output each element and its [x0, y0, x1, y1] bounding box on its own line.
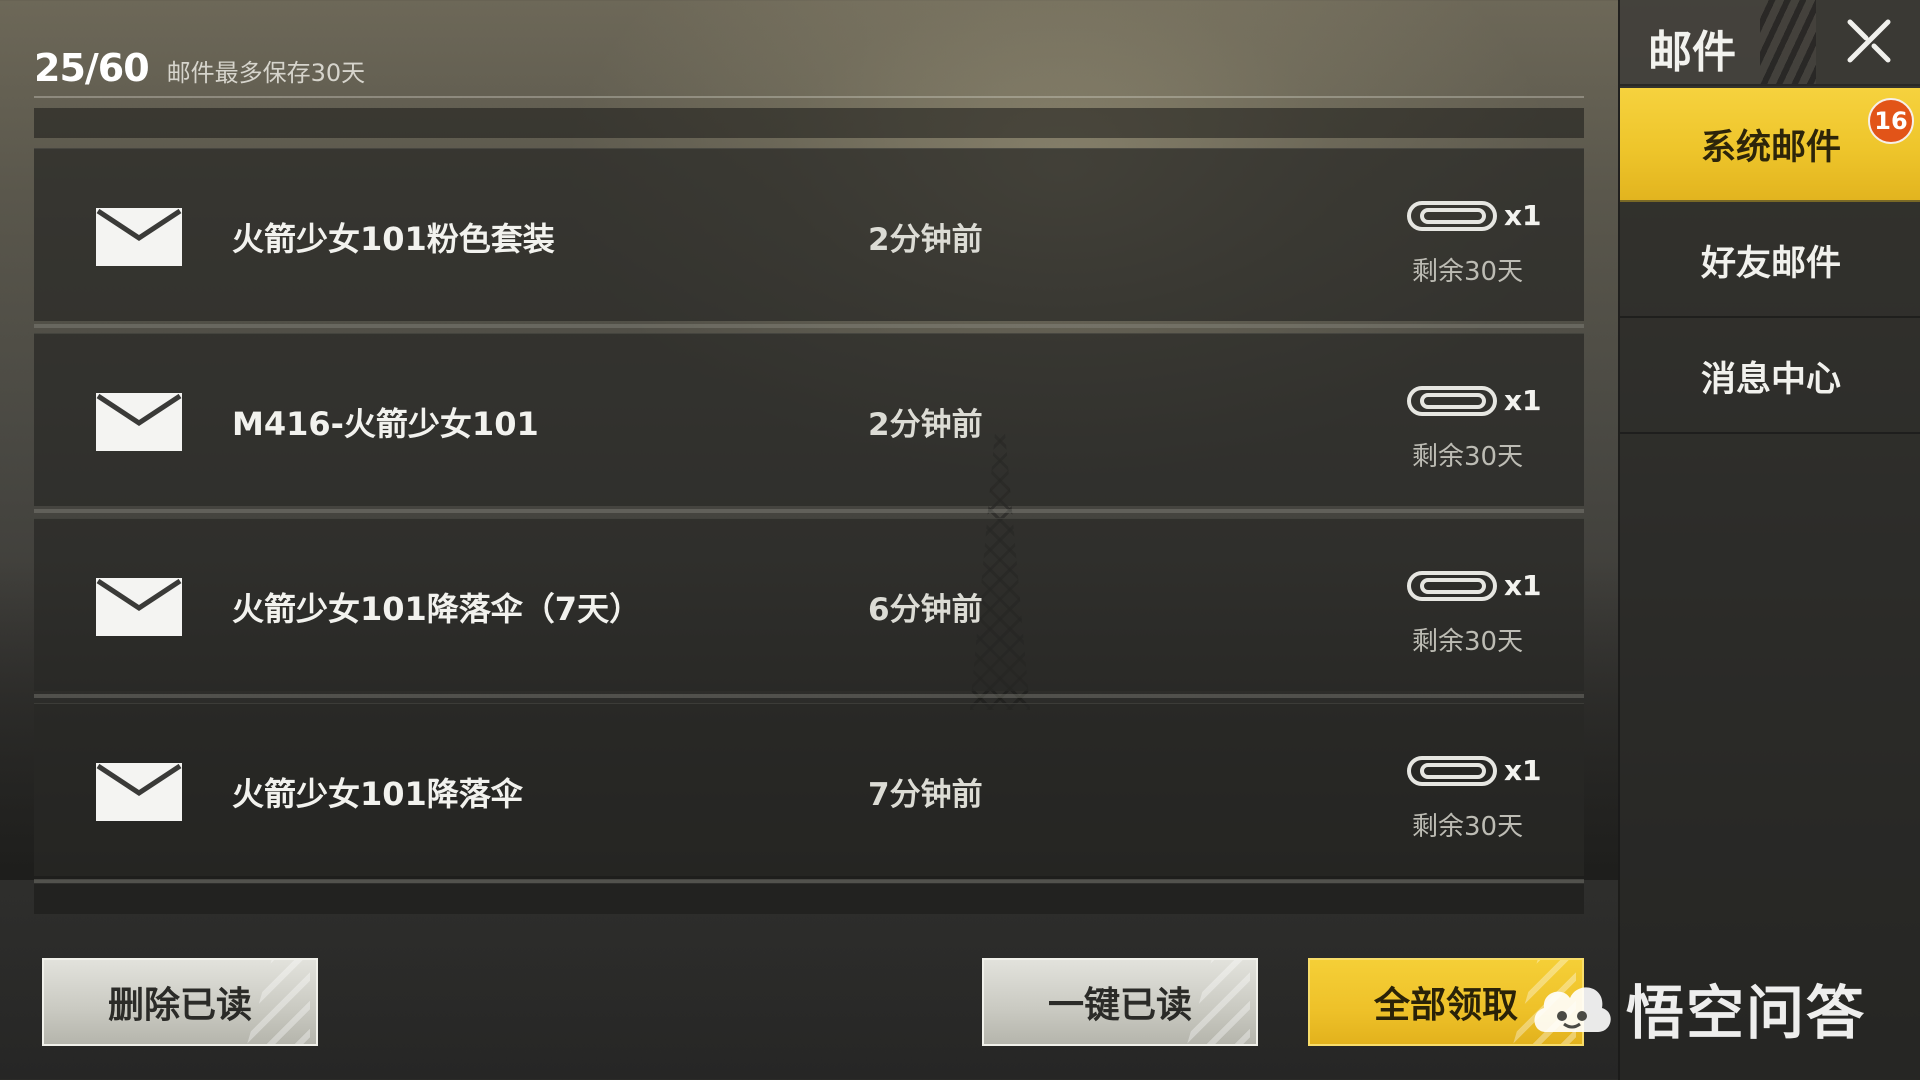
attachment-count: x1: [1504, 569, 1542, 602]
paperclip-icon: [1407, 200, 1497, 231]
claim-all-label: 全部领取: [1373, 985, 1518, 1026]
mail-item[interactable]: 火箭少女101降落伞（7天） 6分钟前 x1 剩余30天: [34, 518, 1584, 698]
header-divider: [34, 96, 1584, 98]
delete-read-label: 删除已读: [107, 985, 252, 1026]
attachment-info: x1: [1406, 754, 1546, 787]
list-bottom-band: [34, 884, 1584, 914]
mail-time: 6分钟前: [868, 592, 983, 628]
tab-message-center-label: 消息中心: [1700, 359, 1841, 400]
mail-title: 火箭少女101降落伞（7天）: [232, 590, 642, 628]
side-panel-header: 邮件: [1620, 0, 1920, 86]
mark-all-read-button[interactable]: 一键已读: [982, 958, 1258, 1046]
paperclip-icon: [1407, 570, 1497, 601]
tab-friend-mail[interactable]: 好友邮件: [1620, 204, 1920, 318]
paperclip-icon: [1407, 385, 1497, 416]
delete-read-button[interactable]: 删除已读: [42, 958, 318, 1046]
envelope-icon: [96, 578, 182, 636]
side-panel-title: 邮件: [1648, 27, 1736, 78]
remaining-days: 剩余30天: [1412, 257, 1524, 287]
tab-friend-mail-label: 好友邮件: [1700, 243, 1841, 284]
list-top-band: [34, 108, 1584, 138]
attachment-info: x1: [1406, 384, 1546, 417]
envelope-icon: [96, 208, 182, 266]
mail-item[interactable]: 火箭少女101粉色套装 2分钟前 x1 剩余30天: [34, 148, 1584, 328]
attachment-info: x1: [1406, 199, 1546, 232]
attachment-count: x1: [1504, 754, 1542, 787]
mark-all-read-label: 一键已读: [1047, 985, 1192, 1026]
close-button[interactable]: [1816, 0, 1920, 84]
envelope-icon: [96, 763, 182, 821]
mail-side-panel: 邮件 系统邮件 16 好友邮件 消息中心: [1618, 0, 1920, 1080]
button-stripe-decoration: [246, 960, 310, 1044]
remaining-days: 剩余30天: [1412, 627, 1524, 657]
mail-time: 2分钟前: [868, 407, 983, 443]
button-stripe-decoration: [1186, 960, 1250, 1044]
attachment-info: x1: [1406, 569, 1546, 602]
retention-note: 邮件最多保存30天: [166, 59, 366, 87]
mail-count: 25/60: [34, 46, 150, 90]
mail-item[interactable]: 火箭少女101降落伞 7分钟前 x1 剩余30天: [34, 703, 1584, 883]
remaining-days: 剩余30天: [1412, 442, 1524, 472]
attachment-count: x1: [1504, 199, 1542, 232]
mail-title: M416-火箭少女101: [232, 405, 539, 443]
mail-time: 2分钟前: [868, 222, 983, 258]
watermark: 悟空问答: [1528, 966, 1866, 1050]
mail-list: 火箭少女101粉色套装 2分钟前 x1 剩余30天 M416-火箭少女101 2…: [34, 148, 1584, 888]
mail-title: 火箭少女101降落伞: [232, 775, 523, 813]
mail-item[interactable]: M416-火箭少女101 2分钟前 x1 剩余30天: [34, 333, 1584, 513]
unread-badge: 16: [1868, 98, 1914, 144]
mail-capacity-header: 25/60 邮件最多保存30天: [34, 46, 365, 90]
header-stripe-decoration: [1760, 0, 1816, 84]
cloud-face-icon: [1534, 987, 1611, 1032]
watermark-text: 悟空问答: [1626, 979, 1867, 1047]
mail-time: 7分钟前: [868, 777, 983, 813]
paperclip-icon: [1407, 755, 1497, 786]
mail-title: 火箭少女101粉色套装: [232, 220, 555, 258]
tab-message-center[interactable]: 消息中心: [1620, 320, 1920, 434]
attachment-count: x1: [1504, 384, 1542, 417]
envelope-icon: [96, 393, 182, 451]
tab-system-mail-label: 系统邮件: [1700, 127, 1841, 168]
close-icon: [1847, 19, 1891, 63]
remaining-days: 剩余30天: [1412, 812, 1524, 842]
